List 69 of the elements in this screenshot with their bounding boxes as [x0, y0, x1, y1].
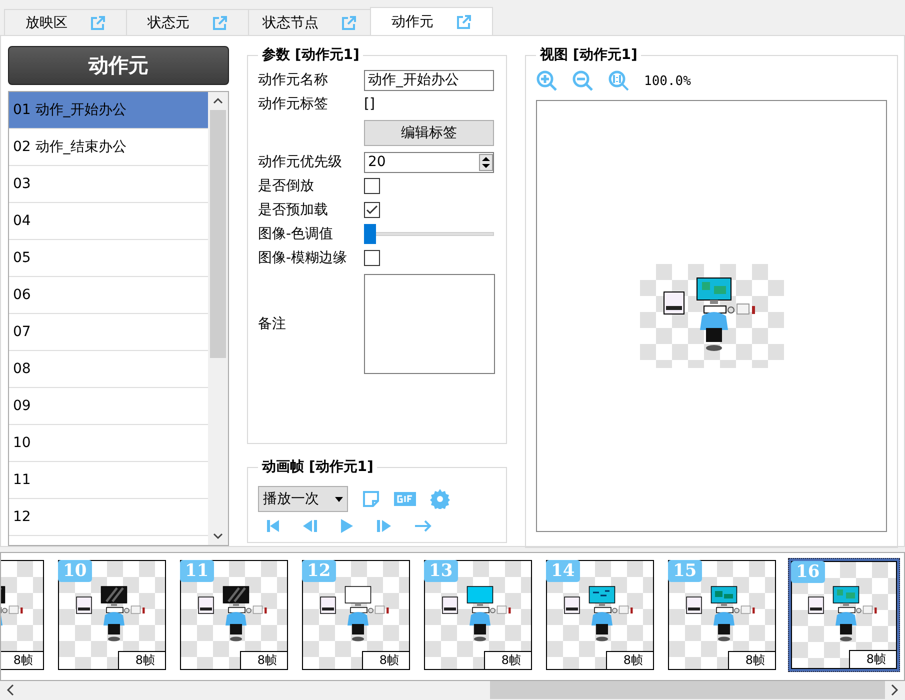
caret-icon[interactable]: [335, 496, 343, 502]
play-mode-dropdown[interactable]: 播放一次: [258, 486, 348, 512]
external-link-icon[interactable]: [456, 14, 472, 30]
field-label: 动作元名称: [258, 71, 329, 89]
first-frame-icon[interactable]: [266, 519, 280, 533]
play-icon[interactable]: [340, 518, 354, 534]
scrollbar[interactable]: [0, 680, 905, 700]
field-label: 图像-色调值: [258, 225, 334, 243]
frame-count: 8帧: [1, 651, 44, 670]
previous-frame-icon[interactable]: [302, 519, 318, 533]
frame-number: 15: [668, 560, 702, 582]
frame-number: 12: [302, 560, 336, 582]
list-item[interactable]: 01 动作_开始办公: [9, 92, 208, 129]
field-label: 是否预加载: [258, 201, 329, 219]
group-title: 视图 [动作元1]: [538, 46, 638, 64]
frame-number: 16: [791, 561, 825, 583]
frame-thumbnail[interactable]: 13 8帧: [422, 558, 534, 672]
frame-count: 8帧: [728, 651, 776, 670]
frame-count: 8帧: [849, 650, 897, 669]
tag-value: []: [364, 96, 375, 112]
tab[interactable]: 放映区: [4, 9, 127, 35]
scrollbar[interactable]: [208, 92, 228, 545]
edit-tags-button[interactable]: 编辑标签: [364, 120, 494, 146]
field-label: 备注: [258, 315, 287, 333]
frame-number: 13: [424, 560, 458, 582]
external-link-icon[interactable]: [90, 14, 106, 30]
actual-size-icon[interactable]: [608, 70, 630, 92]
settings-icon[interactable]: [430, 489, 450, 509]
frame-number: 11: [180, 560, 214, 582]
priority-field[interactable]: 20: [364, 152, 494, 172]
field-label: 动作元优先级: [258, 153, 343, 171]
frame-thumbnail[interactable]: 8帧: [1, 558, 46, 672]
zoom-out-icon[interactable]: [572, 70, 594, 92]
frame-count: 8帧: [484, 651, 532, 670]
frame-thumbnail[interactable]: 12 8帧: [300, 558, 412, 672]
group-title: 动画帧 [动作元1]: [260, 458, 374, 476]
zoom-level: 100.0%: [644, 74, 691, 88]
frame-count: 8帧: [118, 651, 166, 670]
slider-thumb[interactable]: [364, 224, 376, 244]
external-link-icon[interactable]: [340, 14, 356, 30]
hue-slider[interactable]: [364, 224, 494, 244]
frame-thumbnail[interactable]: 14 8帧: [544, 558, 656, 672]
checkbox[interactable]: [364, 178, 380, 194]
arrow-right-icon[interactable]: [414, 520, 432, 532]
field-label: 动作元标签: [258, 95, 329, 113]
spin-arrows-icon[interactable]: [479, 154, 493, 170]
notes-field[interactable]: [364, 274, 495, 374]
field-label: 图像-模糊边缘: [258, 249, 348, 267]
gif-icon[interactable]: [394, 492, 416, 506]
note-icon[interactable]: [362, 490, 380, 508]
checkbox[interactable]: [364, 202, 380, 218]
frame-number: 10: [58, 560, 92, 582]
tab[interactable]: 动作元: [370, 7, 493, 35]
checkbox[interactable]: [364, 250, 380, 266]
frame-thumbnail[interactable]: 15 8帧: [666, 558, 778, 672]
next-frame-icon[interactable]: [376, 519, 392, 533]
frame-count: 8帧: [240, 651, 288, 670]
frame-thumbnail[interactable]: 11 8帧: [178, 558, 290, 672]
frame-thumbnail[interactable]: 16 8帧: [788, 558, 900, 672]
frame-number: 14: [546, 560, 580, 582]
name-field[interactable]: 动作_开始办公: [364, 70, 494, 90]
panel-header: 动作元: [8, 46, 229, 85]
zoom-in-icon[interactable]: [536, 70, 558, 92]
frame-count: 8帧: [606, 651, 654, 670]
frame-thumbnail[interactable]: 10 8帧: [56, 558, 168, 672]
field-label: 是否倒放: [258, 177, 315, 195]
frame-count: 8帧: [362, 651, 410, 670]
group-title: 参数 [动作元1]: [261, 46, 360, 64]
external-link-icon[interactable]: [212, 14, 228, 30]
